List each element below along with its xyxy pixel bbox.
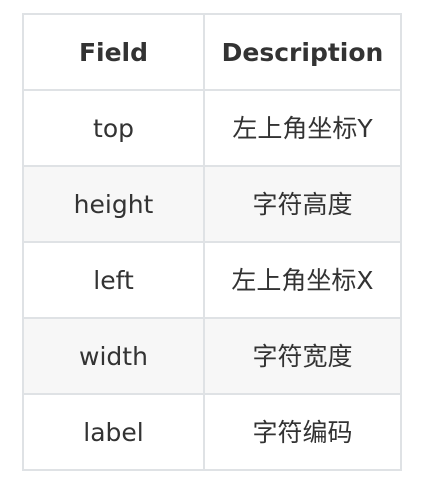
header-field: Field — [22, 13, 205, 91]
description-cell: 字符高度 — [203, 165, 402, 243]
field-cell: label — [22, 393, 205, 471]
description-cell: 字符编码 — [203, 393, 402, 471]
description-cell: 字符宽度 — [203, 317, 402, 395]
description-cell: 左上角坐标X — [203, 241, 402, 319]
field-cell: top — [22, 89, 205, 167]
field-cell: height — [22, 165, 205, 243]
description-cell: 左上角坐标Y — [203, 89, 402, 167]
table-row: width 字符宽度 — [22, 317, 402, 395]
table-row: top 左上角坐标Y — [22, 89, 402, 167]
field-cell: left — [22, 241, 205, 319]
field-description-table: Field Description top 左上角坐标Y height 字符高度… — [22, 13, 402, 471]
table-row: label 字符编码 — [22, 393, 402, 471]
table-header: Field Description — [22, 13, 402, 91]
table-row: height 字符高度 — [22, 165, 402, 243]
header-row: Field Description — [22, 13, 402, 91]
table-row: left 左上角坐标X — [22, 241, 402, 319]
field-cell: width — [22, 317, 205, 395]
header-description: Description — [203, 13, 402, 91]
field-table-container: Field Description top 左上角坐标Y height 字符高度… — [22, 13, 402, 471]
table-body: top 左上角坐标Y height 字符高度 left 左上角坐标X width… — [22, 89, 402, 471]
